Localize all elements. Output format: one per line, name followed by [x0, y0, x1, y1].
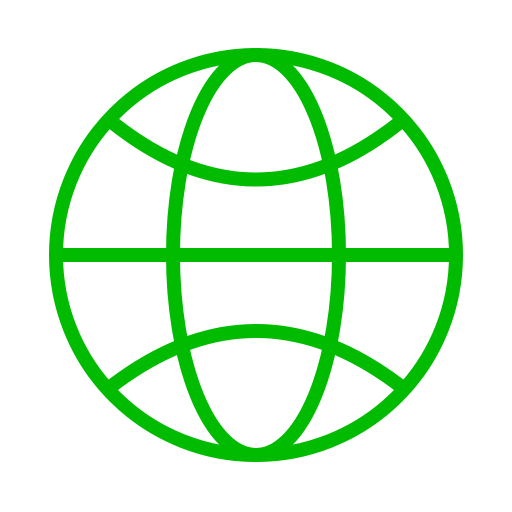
icon-canvas — [0, 0, 512, 512]
globe-lower-parallel — [106, 324, 406, 392]
globe-upper-parallel — [106, 116, 406, 187]
globe-icon — [49, 48, 463, 462]
